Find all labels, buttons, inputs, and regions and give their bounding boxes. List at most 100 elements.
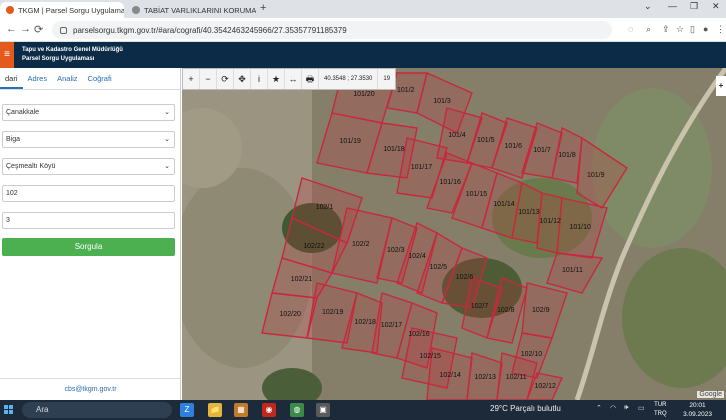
app-title: Tapu ve Kadastro Genel Müdürlüğü Parsel … [22, 46, 123, 64]
print-icon[interactable]: 🖶 [302, 69, 319, 89]
query-button[interactable]: Sorgula [2, 238, 175, 256]
store-icon[interactable]: ▣ [316, 403, 330, 417]
parcel-label: 102/21 [290, 275, 313, 283]
parcel-value: 3 [6, 217, 10, 224]
chrome-icon[interactable]: ◍ [290, 403, 304, 417]
district-value: Biga [6, 136, 21, 143]
parcel-label: 101/16 [439, 179, 461, 187]
language-indicator[interactable]: TUR TRQ [654, 401, 667, 419]
parcel-label: 102/8 [497, 306, 515, 314]
parcel-label: 102/10 [520, 350, 543, 358]
measure-icon[interactable]: ↔ [285, 69, 302, 89]
refresh-icon[interactable]: ⟳ [217, 69, 234, 89]
map-toolbar: + − ⟳ ✥ i ★ ↔ 🖶 40.3548 ; 27.3530 19 [182, 68, 397, 90]
parcel-label: 101/7 [533, 146, 551, 154]
network-icon[interactable]: ◠ [610, 404, 616, 412]
tab-analiz[interactable]: Analiz [52, 68, 82, 89]
weather-widget[interactable]: 29°C Parçalı bulutlu [490, 404, 561, 413]
lang-bottom: TRQ [654, 411, 667, 417]
favorite-icon[interactable]: ★ [268, 69, 285, 89]
contact-email-link[interactable]: cbs@tkgm.gov.tr [0, 378, 181, 400]
satellite-imagery [182, 68, 726, 400]
neighborhood-value: Çeşmealtı Köyü [6, 163, 56, 170]
minimize-button[interactable]: — [668, 1, 677, 11]
sidepanel-icon[interactable]: ▯ [690, 24, 695, 35]
zoom-app-icon[interactable]: Z [180, 403, 194, 417]
globe-icon [132, 6, 140, 14]
tab-search-icon[interactable]: ⌄ [644, 1, 652, 12]
zoom-icon[interactable]: ⌕ [646, 24, 651, 35]
browser-tab-tabiat[interactable]: TABİAT VARLIKLARINI KORUMA × [126, 2, 256, 18]
new-tab-button[interactable]: + [260, 2, 266, 14]
clock-time: 20:01 [689, 402, 706, 409]
parcel-label: 102/19 [322, 309, 344, 317]
tab-cografi[interactable]: Coğrafi [83, 68, 117, 89]
tab-label: TABİAT VARLIKLARINI KORUMA [144, 5, 256, 15]
star-icon[interactable]: ☆ [676, 24, 684, 35]
parcel-label: 102/7 [470, 303, 489, 310]
parcel-label: 101/4 [448, 131, 466, 139]
windows-start-icon[interactable] [4, 405, 14, 415]
maximize-button[interactable]: ❐ [690, 1, 698, 12]
province-select[interactable]: Çanakkale ⌄ [2, 104, 175, 121]
hamburger-menu-icon[interactable]: ≡ [0, 42, 14, 68]
lock-icon [60, 26, 67, 34]
parcel-label: 102/12 [534, 382, 556, 390]
app-header: ≡ Tapu ve Kadastro Genel Müdürlüğü Parse… [0, 42, 726, 68]
block-input[interactable]: 102 [2, 185, 175, 202]
tray-chevron-icon[interactable]: ⌃ [596, 404, 602, 412]
info-icon[interactable]: i [251, 69, 268, 89]
parcel-label: 101/20 [353, 90, 375, 98]
parcel-label: 102/1 [315, 204, 334, 212]
parcel-label: 101/17 [410, 164, 433, 172]
block-value: 102 [6, 190, 18, 197]
zoom-out-icon[interactable]: − [200, 69, 217, 89]
back-icon[interactable]: ← [6, 23, 17, 35]
sidebar-tabs: dari Adres Analiz Coğrafi [0, 68, 180, 90]
district-select[interactable]: Biga ⌄ [2, 131, 175, 148]
close-window-button[interactable]: ✕ [712, 1, 720, 12]
parcel-label: 102/11 [505, 374, 527, 381]
parcel-label: 102/3 [387, 246, 405, 254]
parcel-label: 101/6 [504, 143, 523, 150]
query-sidebar: dari Adres Analiz Coğrafi Çanakkale ⌄ Bi… [0, 68, 181, 400]
tab-label: TKGM | Parsel Sorgu Uygulaması [18, 5, 124, 15]
parcel-label: 102/13 [474, 374, 496, 381]
chevron-down-icon: ⌄ [164, 109, 170, 116]
taskbar-clock[interactable]: 20:01 3.09.2023 [683, 401, 712, 419]
parcel-label: 102/5 [429, 264, 448, 272]
map-view[interactable]: 101/20 101/2 101/3 101/19 101/18 101/4 101/5 10… [182, 68, 726, 400]
menu-icon[interactable]: ⋮ [716, 24, 725, 35]
map-side-tool[interactable]: + [716, 76, 726, 96]
tab-idari[interactable]: dari [0, 68, 23, 89]
neighborhood-select[interactable]: Çeşmealtı Köyü ⌄ [2, 158, 175, 175]
profile-icon[interactable]: ● [703, 24, 708, 34]
app-icon[interactable]: ▦ [234, 403, 248, 417]
eye-off-icon[interactable]: ◌ [628, 24, 633, 34]
forward-icon[interactable]: → [20, 23, 31, 35]
app-title-line2: Parsel Sorgu Uygulaması [22, 56, 95, 62]
file-explorer-icon[interactable]: 📁 [208, 403, 222, 417]
volume-icon[interactable]: 🕪 [624, 404, 628, 412]
share-icon[interactable]: ⇪ [662, 24, 670, 35]
locate-icon[interactable]: ✥ [234, 69, 251, 89]
battery-icon[interactable]: ▭ [638, 404, 645, 412]
browser-tab-tkgm[interactable]: TKGM | Parsel Sorgu Uygulaması × [0, 2, 124, 18]
parcel-label: 102/15 [419, 353, 441, 360]
opera-icon[interactable]: ◉ [262, 403, 276, 417]
parcel-label: 101/18 [383, 145, 405, 153]
zoom-in-icon[interactable]: + [183, 69, 200, 89]
taskbar-search[interactable]: Ara [22, 402, 172, 418]
parcel-label: 101/3 [433, 98, 451, 105]
parcel-label: 102/2 [352, 240, 370, 248]
windows-taskbar: Ara Z 📁 ▦ ◉ ◍ ▣ 29°C Parçalı bulutlu ⌃ ◠… [0, 400, 726, 420]
parcel-label: 101/11 [562, 266, 583, 274]
browser-toolbar: ← → ⟳ parselsorgu.tkgm.gov.tr/#ara/cogra… [0, 18, 726, 42]
reload-icon[interactable]: ⟳ [34, 23, 43, 36]
tab-adres[interactable]: Adres [23, 68, 53, 89]
parcel-input[interactable]: 3 [2, 212, 175, 229]
parcel-label: 102/18 [354, 319, 376, 327]
tkgm-favicon [6, 6, 14, 14]
clock-date: 3.09.2023 [683, 411, 712, 418]
address-bar[interactable]: parselsorgu.tkgm.gov.tr/#ara/cografi/40.… [52, 21, 612, 39]
